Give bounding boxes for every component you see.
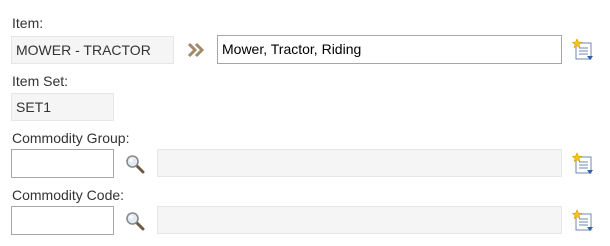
- item-set-field: SET1: [11, 93, 114, 121]
- item-code-field: MOWER - TRACTOR: [11, 36, 174, 64]
- commodity-group-label: Commodity Group:: [12, 130, 130, 146]
- item-set-label: Item Set:: [12, 73, 69, 89]
- commodity-group-input[interactable]: [11, 149, 114, 178]
- item-description-input[interactable]: Mower, Tractor, Riding: [217, 35, 562, 64]
- commodity-group-notes-icon[interactable]: [571, 152, 595, 176]
- item-notes-icon[interactable]: [571, 38, 595, 62]
- double-chevron-right-icon[interactable]: [187, 42, 205, 58]
- commodity-code-description: [157, 206, 562, 234]
- item-label: Item:: [12, 15, 44, 31]
- commodity-code-input[interactable]: [11, 206, 114, 235]
- commodity-group-description: [157, 149, 562, 177]
- commodity-code-notes-icon[interactable]: [571, 209, 595, 233]
- commodity-code-label: Commodity Code:: [12, 187, 125, 203]
- commodity-code-search-icon[interactable]: [125, 211, 145, 231]
- commodity-group-search-icon[interactable]: [125, 154, 145, 174]
